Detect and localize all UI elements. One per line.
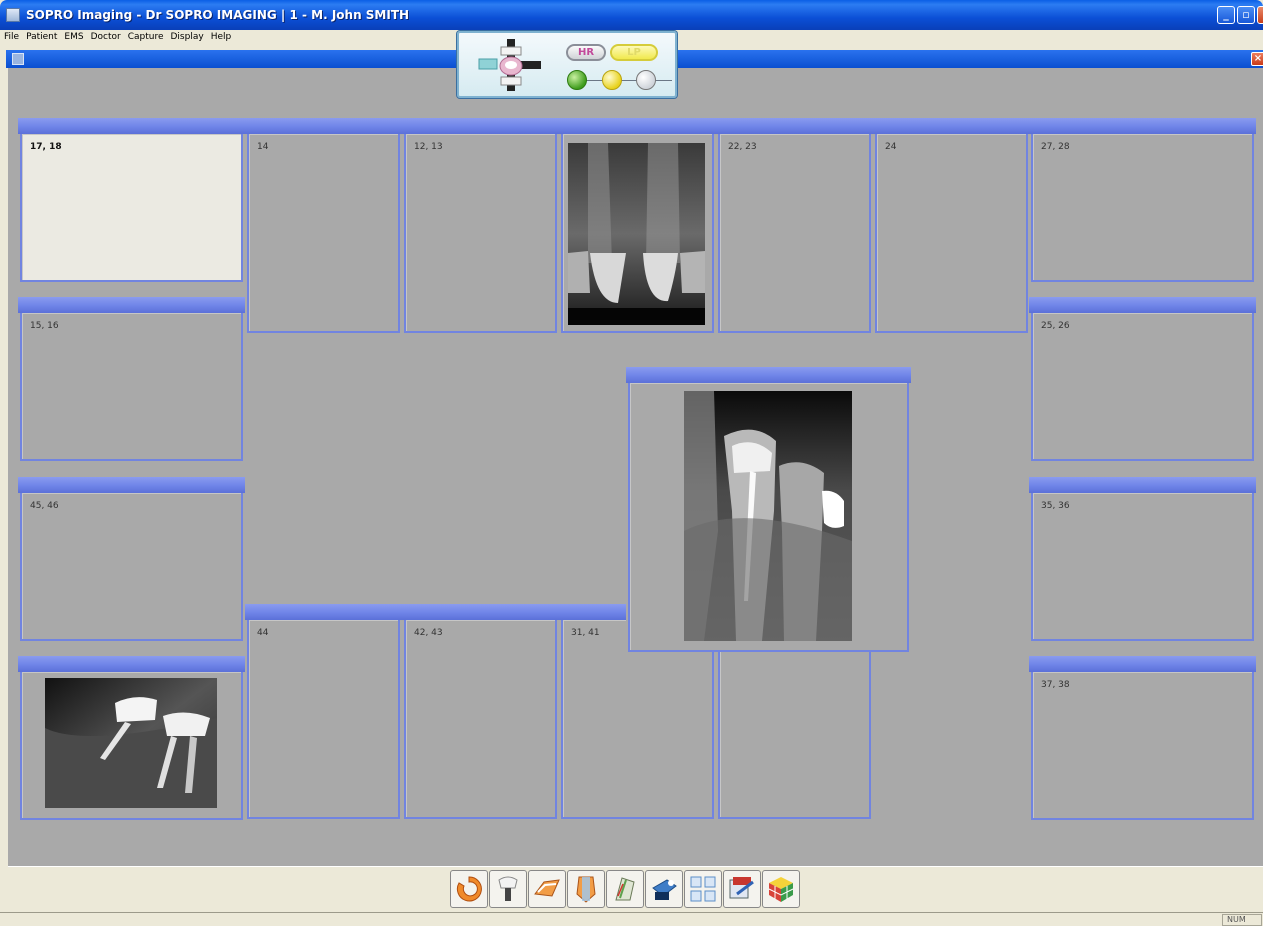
sopro-imaging-window: SOPRO Imaging - Dr SOPRO IMAGING | 1 - M…: [0, 0, 1263, 926]
menu-help[interactable]: Help: [211, 30, 232, 44]
close-button[interactable]: [1257, 6, 1263, 24]
tooth-tile-header[interactable]: [18, 477, 245, 493]
sensor-control-panel: HR LP: [457, 31, 677, 98]
menu-file[interactable]: File: [4, 30, 19, 44]
menu-doctor[interactable]: Doctor: [91, 30, 121, 44]
tooth-tile-body[interactable]: 44: [247, 620, 400, 819]
bottom-toolbar: [8, 866, 1263, 911]
tooth-tile-body[interactable]: 15, 16: [20, 313, 243, 461]
tooth-tile[interactable]: 44: [245, 604, 402, 819]
tooth-tile[interactable]: [18, 656, 245, 820]
app-icon: [6, 8, 20, 22]
tooth-tile-body[interactable]: 24: [875, 134, 1028, 333]
tooth-number-label: 31, 41: [571, 628, 600, 638]
window-title: SOPRO Imaging - Dr SOPRO IMAGING | 1 - M…: [26, 8, 410, 22]
tooth-tile-header[interactable]: [1029, 118, 1256, 134]
tooth-tile-body[interactable]: 17, 18: [20, 134, 243, 282]
xray-image-anterior[interactable]: [568, 143, 705, 325]
tooth-tile-header[interactable]: [18, 118, 245, 134]
occlusal-icon[interactable]: [528, 870, 566, 908]
tooth-tile-header[interactable]: [18, 297, 245, 313]
sensor-icon[interactable]: [473, 37, 553, 93]
menu-display[interactable]: Display: [171, 30, 204, 44]
tooth-tile[interactable]: 17, 18: [18, 118, 245, 282]
minimize-button[interactable]: _: [1217, 6, 1235, 24]
tooth-tile-header[interactable]: [1029, 656, 1256, 672]
patient-window-close-button[interactable]: ×: [1251, 52, 1263, 66]
tooth-tile-body[interactable]: 35, 36: [1031, 493, 1254, 641]
tooth-tile-header[interactable]: [626, 367, 911, 383]
xray-image-lower-molar[interactable]: [45, 678, 217, 808]
tooth-tile-header[interactable]: [18, 656, 245, 672]
restore-button[interactable]: ▫: [1237, 6, 1255, 24]
status-white-indicator: [636, 70, 656, 90]
tooth-tile[interactable]: [626, 367, 911, 652]
implant-icon[interactable]: [489, 870, 527, 908]
export-icon[interactable]: [723, 870, 761, 908]
tooth-tile-header[interactable]: [245, 604, 402, 620]
num-lock-indicator: NUM: [1222, 914, 1262, 926]
tooth-number-label: 27, 28: [1041, 142, 1070, 152]
tooth-tile-header[interactable]: [402, 604, 559, 620]
tooth-tile-header[interactable]: [559, 118, 716, 134]
tooth-tile-body[interactable]: 45, 46: [20, 493, 243, 641]
tooth-tile-body[interactable]: 37, 38: [1031, 672, 1254, 820]
tooth-number-label: 14: [257, 142, 269, 152]
tooth-tile[interactable]: 12, 13: [402, 118, 559, 333]
tooth-tile-body[interactable]: 42, 43: [404, 620, 557, 819]
tooth-tile[interactable]: 15, 16: [18, 297, 245, 461]
tooth-number-label: 44: [257, 628, 269, 638]
tooth-number-label: 12, 13: [414, 142, 443, 152]
hr-mode-button[interactable]: HR: [566, 44, 606, 61]
indicator-line: [577, 80, 672, 81]
tooth-tile[interactable]: 25, 26: [1029, 297, 1256, 461]
menu-patient[interactable]: Patient: [26, 30, 57, 44]
tooth-tile-header[interactable]: [402, 118, 559, 134]
tooth-number-label: 15, 16: [30, 321, 59, 331]
tooth-tile-body[interactable]: 14: [247, 134, 400, 333]
menu-capture[interactable]: Capture: [128, 30, 164, 44]
title-bar[interactable]: SOPRO Imaging - Dr SOPRO IMAGING | 1 - M…: [0, 0, 1263, 30]
tooth-number-label: 42, 43: [414, 628, 443, 638]
tooth-tile-header[interactable]: [1029, 297, 1256, 313]
xray-image-enlarged[interactable]: [684, 391, 852, 641]
tooth-number-label: 35, 36: [1041, 501, 1070, 511]
tooth-tile[interactable]: 37, 38: [1029, 656, 1256, 820]
periodontal-icon[interactable]: [606, 870, 644, 908]
color-cube-icon[interactable]: [762, 870, 800, 908]
tooth-tile-header[interactable]: [1029, 477, 1256, 493]
patient-window-icon: [12, 53, 24, 65]
tooth-number-label: 37, 38: [1041, 680, 1070, 690]
tooth-number-label: 17, 18: [30, 142, 62, 152]
status-green-indicator: [567, 70, 587, 90]
tooth-profile-icon[interactable]: [567, 870, 605, 908]
tooth-tile[interactable]: 22, 23: [716, 118, 873, 333]
hygiene-icon[interactable]: [645, 870, 683, 908]
tooth-tile[interactable]: 45, 46: [18, 477, 245, 641]
tooth-number-label: 22, 23: [728, 142, 757, 152]
tooth-tile-body[interactable]: 25, 26: [1031, 313, 1254, 461]
tooth-tile[interactable]: 14: [245, 118, 402, 333]
tooth-number-label: 24: [885, 142, 897, 152]
tooth-tile-header[interactable]: [873, 118, 1030, 134]
layout-grid-icon[interactable]: [684, 870, 722, 908]
tooth-tile-body[interactable]: 27, 28: [1031, 134, 1254, 282]
lp-mode-button[interactable]: LP: [610, 44, 658, 61]
tooth-tile-body[interactable]: 22, 23: [718, 134, 871, 333]
tooth-tile[interactable]: [559, 118, 716, 333]
tooth-tile[interactable]: 24: [873, 118, 1030, 333]
tooth-number-label: 45, 46: [30, 501, 59, 511]
tooth-tile[interactable]: 27, 28: [1029, 118, 1256, 282]
tooth-number-label: 25, 26: [1041, 321, 1070, 331]
menu-ems[interactable]: EMS: [64, 30, 83, 44]
tooth-tile[interactable]: 42, 43: [402, 604, 559, 819]
status-yellow-indicator: [602, 70, 622, 90]
endo-icon[interactable]: [450, 870, 488, 908]
tooth-tile-body[interactable]: 12, 13: [404, 134, 557, 333]
tooth-tile-header[interactable]: [716, 118, 873, 134]
status-bar: NUM: [0, 912, 1263, 926]
tooth-tile[interactable]: 35, 36: [1029, 477, 1256, 641]
tooth-tile-header[interactable]: [245, 118, 402, 134]
